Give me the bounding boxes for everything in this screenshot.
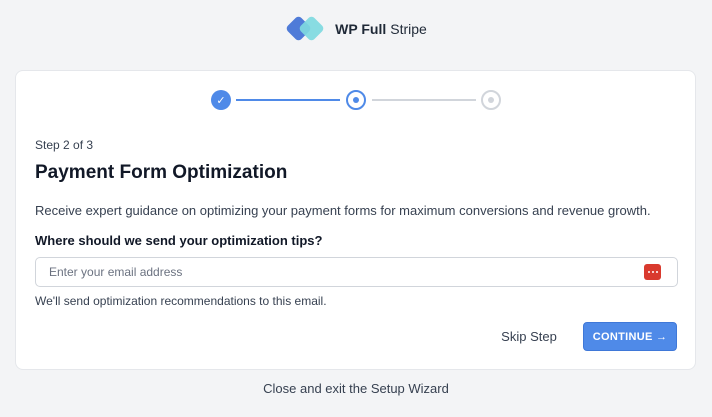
brand-name-bold: WP Full bbox=[335, 21, 387, 37]
step-2-current bbox=[346, 90, 366, 110]
step-connector-completed bbox=[236, 99, 340, 101]
progress-stepper: ✓ bbox=[16, 89, 695, 111]
email-field[interactable] bbox=[35, 257, 678, 287]
page-title: Payment Form Optimization bbox=[35, 162, 288, 183]
page-description: Receive expert guidance on optimizing yo… bbox=[35, 203, 651, 218]
brand-name: WP Full Stripe bbox=[335, 21, 427, 37]
email-field-label: Where should we send your optimization t… bbox=[35, 233, 323, 248]
email-hint-text: We'll send optimization recommendations … bbox=[35, 294, 327, 308]
step-counter: Step 2 of 3 bbox=[35, 138, 94, 152]
app-header: WP Full Stripe bbox=[0, 14, 712, 44]
close-wizard-link[interactable]: Close and exit the Setup Wizard bbox=[0, 381, 712, 396]
step-1-completed: ✓ bbox=[211, 90, 231, 110]
skip-step-button[interactable]: Skip Step bbox=[494, 322, 564, 350]
step-3-upcoming bbox=[481, 90, 501, 110]
setup-wizard-card: ✓ Step 2 of 3 Payment Form Optimization … bbox=[15, 70, 696, 370]
brand-name-light: Stripe bbox=[390, 21, 427, 37]
wp-full-stripe-logo-icon bbox=[285, 14, 327, 44]
check-icon: ✓ bbox=[216, 94, 226, 107]
step-connector-upcoming bbox=[372, 99, 476, 101]
password-manager-icon[interactable] bbox=[644, 264, 661, 280]
continue-button[interactable]: CONTINUE → bbox=[583, 322, 677, 351]
